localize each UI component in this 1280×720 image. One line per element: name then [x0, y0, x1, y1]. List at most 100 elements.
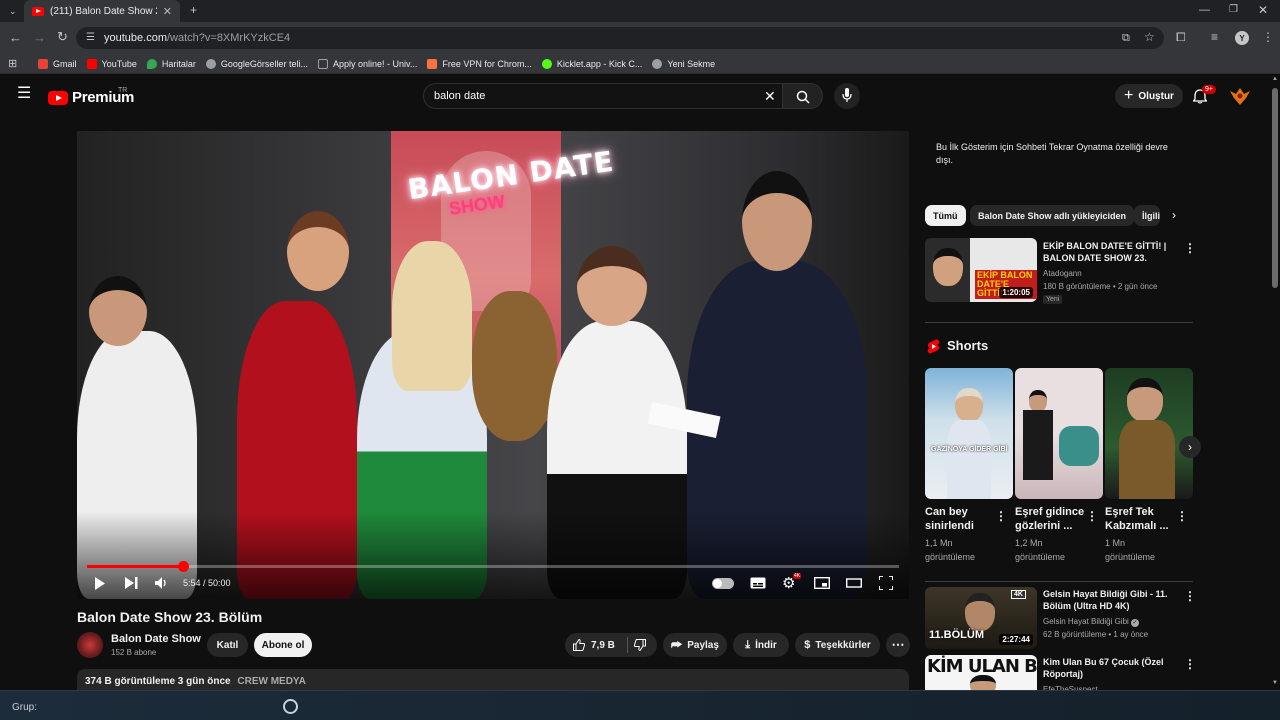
thumbs-down-icon[interactable]	[633, 639, 646, 651]
cast-icon[interactable]: ⧉	[1122, 32, 1130, 44]
page-scrollbar[interactable]: ▲ ▼	[1270, 74, 1280, 690]
browser-menu-icon[interactable]: ⋮	[1262, 31, 1274, 43]
thumbnail-face	[1029, 390, 1047, 412]
thanks-button[interactable]: $ Teşekkürler	[795, 633, 880, 657]
progress-bar[interactable]	[87, 561, 899, 572]
browser-tab-active[interactable]: (211) Balon Date Show 23. Bölüm ✕	[24, 0, 180, 22]
video-menu-icon[interactable]: ⋮	[1184, 242, 1196, 254]
reload-icon[interactable]: ↻	[57, 30, 68, 43]
miniplayer-icon[interactable]	[814, 577, 830, 589]
thumbs-up-icon[interactable]	[573, 639, 585, 651]
recommended-video-title[interactable]: Gelsin Hayat Bildiği Gibi - 11. Bölüm (U…	[1043, 588, 1179, 612]
video-menu-icon[interactable]: ⋮	[1184, 590, 1196, 602]
scrollbar-thumb[interactable]	[1272, 88, 1278, 288]
short-title-2[interactable]: Eşref gidince gözlerini ...	[1015, 505, 1087, 533]
forward-arrow-icon[interactable]: →	[33, 31, 46, 44]
shorts-logo-icon	[927, 339, 940, 354]
scroll-up-arrow-icon[interactable]: ▲	[1272, 76, 1278, 82]
chip-from-uploader[interactable]: Balon Date Show adlı yükleyiciden	[970, 205, 1135, 226]
minimize-window-icon[interactable]: —	[1199, 4, 1210, 16]
recommended-video-title[interactable]: Kim Ulan Bu 67 Çocuk (Özel Röportaj)	[1043, 656, 1183, 680]
subscribe-button[interactable]: Abone ol	[254, 633, 312, 657]
plus-icon: +	[1124, 87, 1134, 104]
bookmark-star-icon[interactable]: ☆	[1144, 31, 1155, 43]
next-video-icon[interactable]	[125, 577, 138, 589]
recommended-channel[interactable]: EfeTheSuspect	[1043, 683, 1098, 690]
download-label: İndir	[755, 639, 777, 651]
short-menu-icon[interactable]: ⋮	[1176, 510, 1188, 522]
extensions-icon[interactable]: ⧠	[1176, 31, 1186, 43]
hashtag-tag[interactable]: CREW MEDYA	[237, 676, 306, 687]
bookmark-free-vpn[interactable]: Free VPN for Chrom...	[427, 58, 532, 69]
recommended-channel[interactable]: Gelsin Hayat Bildiği Gibi ✓	[1043, 615, 1140, 628]
chip-related[interactable]: İlgili	[1134, 205, 1160, 226]
share-button[interactable]: ⮫ Paylaş	[663, 633, 727, 657]
fullscreen-icon[interactable]	[879, 576, 893, 590]
bookmark-kicklet[interactable]: Kicklet.app - Kick C...	[541, 58, 642, 69]
volume-icon[interactable]	[155, 577, 168, 589]
profile-avatar[interactable]: Y	[1235, 31, 1249, 45]
short-thumbnail-1[interactable]: GAZİNOYA GİDER GİBİ	[925, 368, 1013, 499]
download-button[interactable]: ⤓ İndir	[733, 633, 789, 657]
bookmark-google-images[interactable]: GoogleGörseller teli...	[205, 58, 308, 69]
video-thumbnail[interactable]: KİM ULAN BU	[925, 655, 1037, 690]
short-thumbnail-3[interactable]	[1105, 368, 1193, 499]
video-menu-icon[interactable]: ⋮	[1184, 658, 1196, 670]
video-player[interactable]: BALON DATE SHOW 5:54 / 50:00 ⚙ 4K	[77, 131, 909, 599]
search-value: balon date	[434, 90, 486, 102]
thumbnail-figure	[1059, 426, 1099, 466]
close-tab-icon[interactable]: ✕	[163, 5, 172, 18]
short-menu-icon[interactable]: ⋮	[995, 510, 1007, 522]
bookmark-gmail[interactable]: Gmail	[38, 58, 77, 69]
more-actions-button[interactable]: ⋯	[886, 633, 910, 657]
globe-icon	[652, 58, 663, 69]
short-menu-icon[interactable]: ⋮	[1086, 510, 1098, 522]
close-window-icon[interactable]: ✕	[1258, 4, 1268, 16]
bookmark-youtube[interactable]: YouTube	[86, 58, 137, 69]
bookmark-new-tab[interactable]: Yeni Sekme	[652, 58, 715, 69]
chips-next-chevron-icon[interactable]: ›	[1172, 208, 1176, 222]
apps-grid-icon[interactable]: ⊞	[8, 58, 17, 70]
super-thanks-icon: $	[804, 639, 811, 651]
new-badge: Yeni	[1043, 295, 1063, 304]
recommended-video-title[interactable]: EKİP BALON DATE'E GİTTİ! | BALON DATE SH…	[1043, 240, 1179, 264]
play-icon[interactable]	[94, 577, 106, 590]
channel-name[interactable]: Balon Date Show	[111, 633, 201, 645]
bookmark-maps[interactable]: Haritalar	[146, 58, 196, 69]
back-arrow-icon[interactable]: ←	[9, 31, 22, 44]
progress-scrubber-handle[interactable]	[177, 561, 189, 572]
account-avatar[interactable]	[1229, 85, 1251, 107]
shorts-next-button[interactable]: ›	[1179, 436, 1201, 458]
voice-search-button[interactable]	[834, 83, 860, 109]
new-tab-icon[interactable]: +	[190, 4, 197, 16]
subtitles-icon[interactable]	[750, 577, 766, 589]
short-title-3[interactable]: Eşref Tek Kabzımalı ...	[1105, 505, 1175, 533]
teddy-bear	[472, 291, 557, 441]
bookmark-apply-online[interactable]: Apply online! - Univ...	[317, 58, 417, 69]
hamburger-menu-icon[interactable]: ☰	[17, 86, 31, 102]
short-thumbnail-2[interactable]	[1015, 368, 1103, 499]
media-controls-icon[interactable]: ≡	[1211, 31, 1218, 43]
autoplay-toggle[interactable]	[712, 578, 734, 589]
create-button[interactable]: + Oluştur	[1115, 84, 1183, 108]
address-bar[interactable]: ☰ youtube.com/watch?v=8XMrKYzkCE4 ⧉ ☆	[76, 27, 1164, 49]
like-count[interactable]: 7,9 B	[591, 640, 615, 651]
search-input[interactable]: balon date ✕	[423, 83, 783, 109]
tab-search-chevron-icon[interactable]: ⌄	[9, 5, 17, 17]
thumbnail-caption: 11.BÖLÜM	[929, 629, 985, 641]
thanks-label: Teşekkürler	[815, 639, 871, 651]
chip-all[interactable]: Tümü	[925, 205, 966, 226]
join-button[interactable]: Katıl	[207, 633, 248, 657]
clear-search-icon[interactable]: ✕	[764, 88, 776, 105]
site-info-icon[interactable]: ☰	[86, 32, 95, 44]
short-title-1[interactable]: Can bey sinirlendi	[925, 505, 993, 533]
video-thumbnail[interactable]: EKİP BALON DATE'E GİTTİ! 1:20:05	[925, 238, 1037, 302]
channel-avatar[interactable]	[77, 632, 103, 658]
theater-mode-icon[interactable]	[846, 577, 862, 589]
recommended-channel[interactable]: Atadogann	[1043, 267, 1082, 280]
scroll-down-arrow-icon[interactable]: ▼	[1272, 680, 1278, 686]
group-overlay-icon[interactable]	[283, 699, 298, 714]
search-button[interactable]	[783, 83, 823, 109]
restore-window-icon[interactable]: ❐	[1229, 4, 1238, 16]
video-thumbnail[interactable]: 11.BÖLÜM 4K 2:27:44	[925, 587, 1037, 649]
